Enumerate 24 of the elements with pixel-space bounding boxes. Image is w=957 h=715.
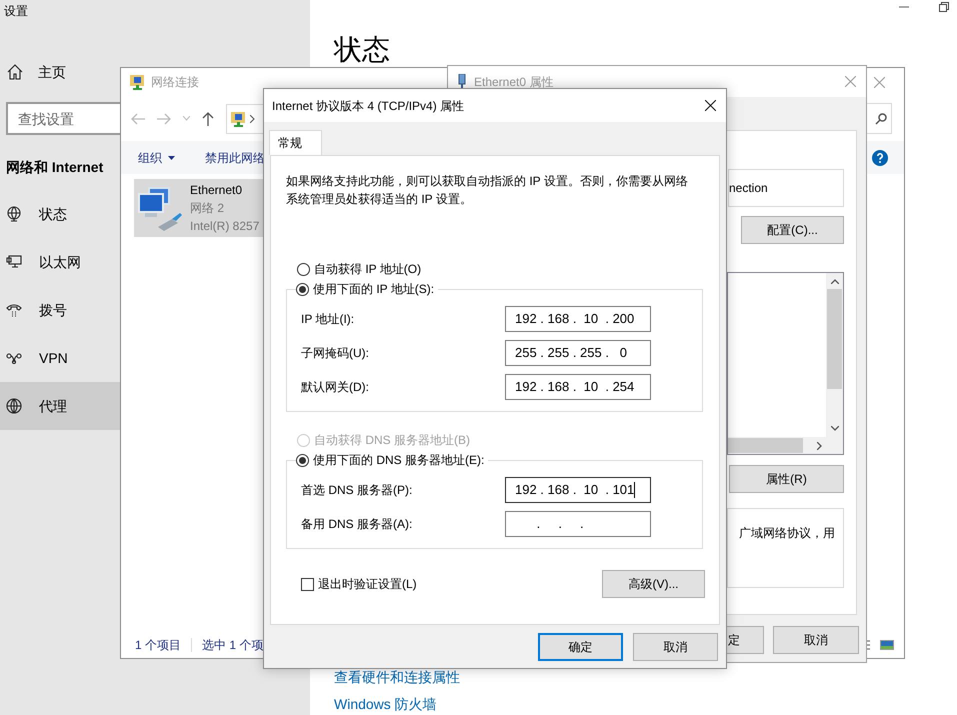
- radio-label: 自动获得 IP 地址(O): [314, 261, 422, 278]
- intro-text: 如果网络支持此功能，则可以获取自动指派的 IP 设置。否则，你需要从网络系统管理员处获得适当的 IP 设置。: [286, 173, 689, 208]
- section-title: 网络和 Internet: [5, 158, 104, 177]
- description-text: 广域网络协议，用: [739, 526, 835, 540]
- network-name: 网络 2: [190, 200, 226, 217]
- field-label: 子网掩码(U):: [301, 345, 369, 362]
- dialog-title: Internet 协议版本 4 (TCP/IPv4) 属性: [272, 98, 464, 114]
- device-name: Intel(R) 8257: [190, 218, 260, 235]
- window-title: Ethernet0 属性: [474, 74, 554, 90]
- field-label: IP 地址(I):: [301, 311, 354, 328]
- adapter-name: Ethernet0: [190, 182, 244, 199]
- status-text: 1 个项目: [135, 637, 182, 654]
- page-heading: 状态: [334, 35, 390, 65]
- field-label: 默认网关(D):: [301, 379, 369, 396]
- checkbox-label: 退出时验证设置(L): [318, 576, 417, 593]
- field-label: 备用 DNS 服务器(A):: [301, 516, 412, 533]
- status-text: 选中 1 个项: [202, 637, 264, 654]
- field-label: 首选 DNS 服务器(P):: [301, 482, 412, 499]
- radio-label: 使用下面的 DNS 服务器地址(E):: [313, 452, 484, 469]
- radio-label: 使用下面的 IP 地址(S):: [313, 281, 434, 298]
- window-title: 设置: [3, 3, 29, 20]
- adapter-text: nection: [729, 180, 768, 197]
- radio-label: 自动获得 DNS 服务器地址(B): [314, 432, 470, 449]
- window-title: 网络连接: [151, 74, 199, 91]
